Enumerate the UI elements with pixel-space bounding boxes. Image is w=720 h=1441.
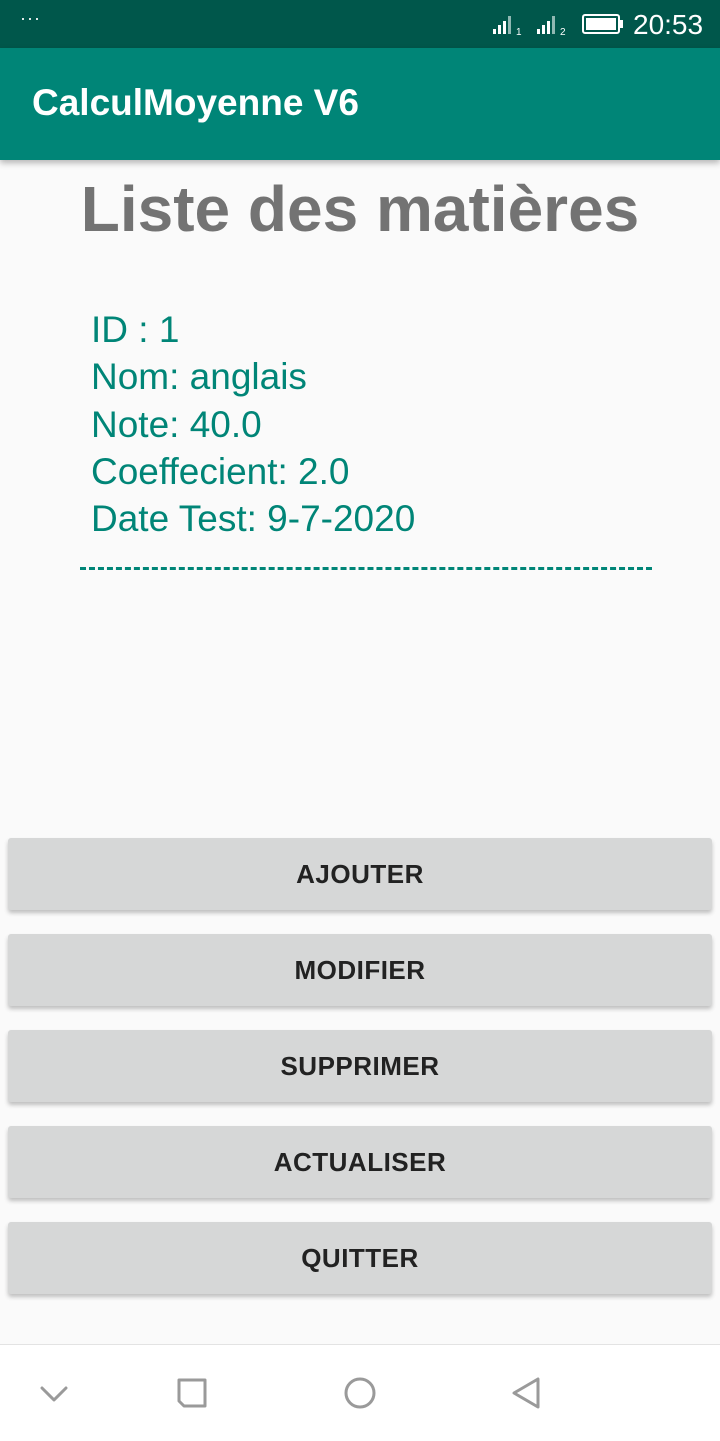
status-time: 20:53 (633, 9, 704, 40)
sim2-label: 2 (560, 27, 566, 36)
app-bar: CalculMoyenne V6 (0, 48, 720, 160)
subject-record: ID : 1 Nom: anglais Note: 40.0 Coeffecie… (91, 306, 415, 542)
record-coefficient: Coeffecient: 2.0 (91, 450, 350, 492)
navigation-bar (0, 1344, 720, 1441)
edit-button[interactable]: MODIFIER (8, 934, 712, 1006)
back-triangle-icon[interactable] (506, 1373, 546, 1413)
signal-sim2-icon: 2 (537, 16, 566, 36)
refresh-button[interactable]: ACTUALISER (8, 1126, 712, 1198)
sim1-label: 1 (516, 27, 522, 36)
add-button[interactable]: AJOUTER (8, 838, 712, 910)
record-separator (80, 567, 652, 570)
record-id: ID : 1 (91, 309, 180, 350)
page-heading: Liste des matières (80, 173, 640, 245)
notification-dots: ··· (20, 8, 41, 28)
app-title: CalculMoyenne V6 (32, 82, 359, 123)
battery-icon (582, 14, 623, 34)
status-bar: ··· 1 2 20:53 (0, 0, 720, 48)
quit-button[interactable]: QUITTER (8, 1222, 712, 1294)
home-circle-icon[interactable] (340, 1373, 380, 1413)
signal-sim1-icon: 1 (493, 16, 522, 36)
delete-button[interactable]: SUPPRIMER (8, 1030, 712, 1102)
record-grade: Note: 40.0 (91, 403, 262, 445)
record-test-date: Date Test: 9-7-2020 (91, 498, 416, 540)
recents-square-icon[interactable] (172, 1373, 212, 1413)
chevron-down-icon[interactable] (34, 1373, 74, 1413)
record-name: Nom: anglais (91, 356, 307, 398)
